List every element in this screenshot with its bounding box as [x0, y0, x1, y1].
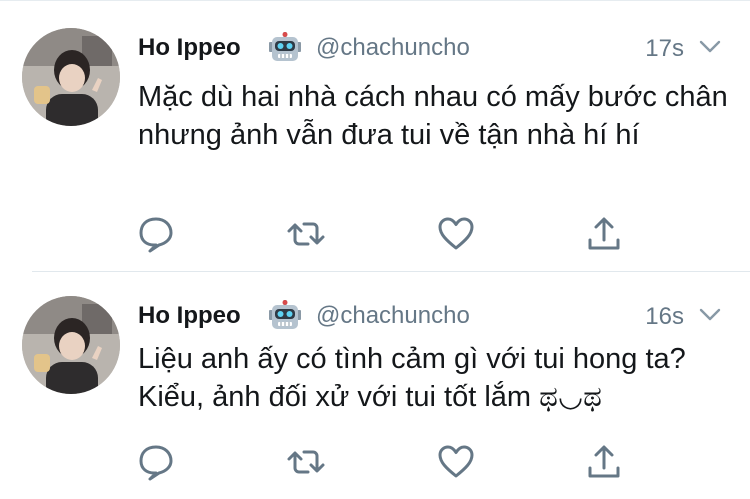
- like-icon[interactable]: [436, 442, 476, 482]
- tweet-actions: [136, 442, 636, 482]
- reply-icon[interactable]: [136, 442, 176, 482]
- user-handle[interactable]: @chachuncho: [316, 302, 470, 330]
- timestamp[interactable]: 17s: [645, 35, 684, 63]
- tweet-header: Ho Ippeo @chachuncho 17s: [138, 30, 722, 64]
- robot-emoji-icon: [268, 32, 302, 62]
- reply-icon[interactable]: [136, 214, 176, 254]
- share-icon[interactable]: [584, 442, 624, 482]
- tweet[interactable]: Ho Ippeo @chachuncho 17s Mặc dù hai nhà …: [0, 0, 750, 271]
- user-handle[interactable]: @chachuncho: [316, 34, 470, 62]
- tweet[interactable]: Ho Ippeo @chachuncho 16s Liệu anh ấy có …: [0, 272, 750, 499]
- retweet-icon[interactable]: [286, 442, 326, 482]
- display-name[interactable]: Ho Ippeo: [138, 34, 241, 62]
- chevron-down-icon[interactable]: [698, 303, 722, 327]
- tweet-text: Mặc dù hai nhà cách nhau có mấy bước châ…: [138, 81, 728, 151]
- display-name[interactable]: Ho Ippeo: [138, 302, 241, 330]
- retweet-icon[interactable]: [286, 214, 326, 254]
- timestamp[interactable]: 16s: [645, 303, 684, 331]
- like-icon[interactable]: [436, 214, 476, 254]
- tweet-actions: [136, 214, 636, 254]
- chevron-down-icon[interactable]: [698, 35, 722, 59]
- tweet-header: Ho Ippeo @chachuncho 16s: [138, 298, 722, 332]
- robot-emoji-icon: [268, 300, 302, 330]
- share-icon[interactable]: [584, 214, 624, 254]
- avatar[interactable]: [22, 28, 120, 126]
- tweet-text: Liệu anh ấy có tình cảm gì với tui hong …: [138, 343, 686, 413]
- avatar[interactable]: [22, 296, 120, 394]
